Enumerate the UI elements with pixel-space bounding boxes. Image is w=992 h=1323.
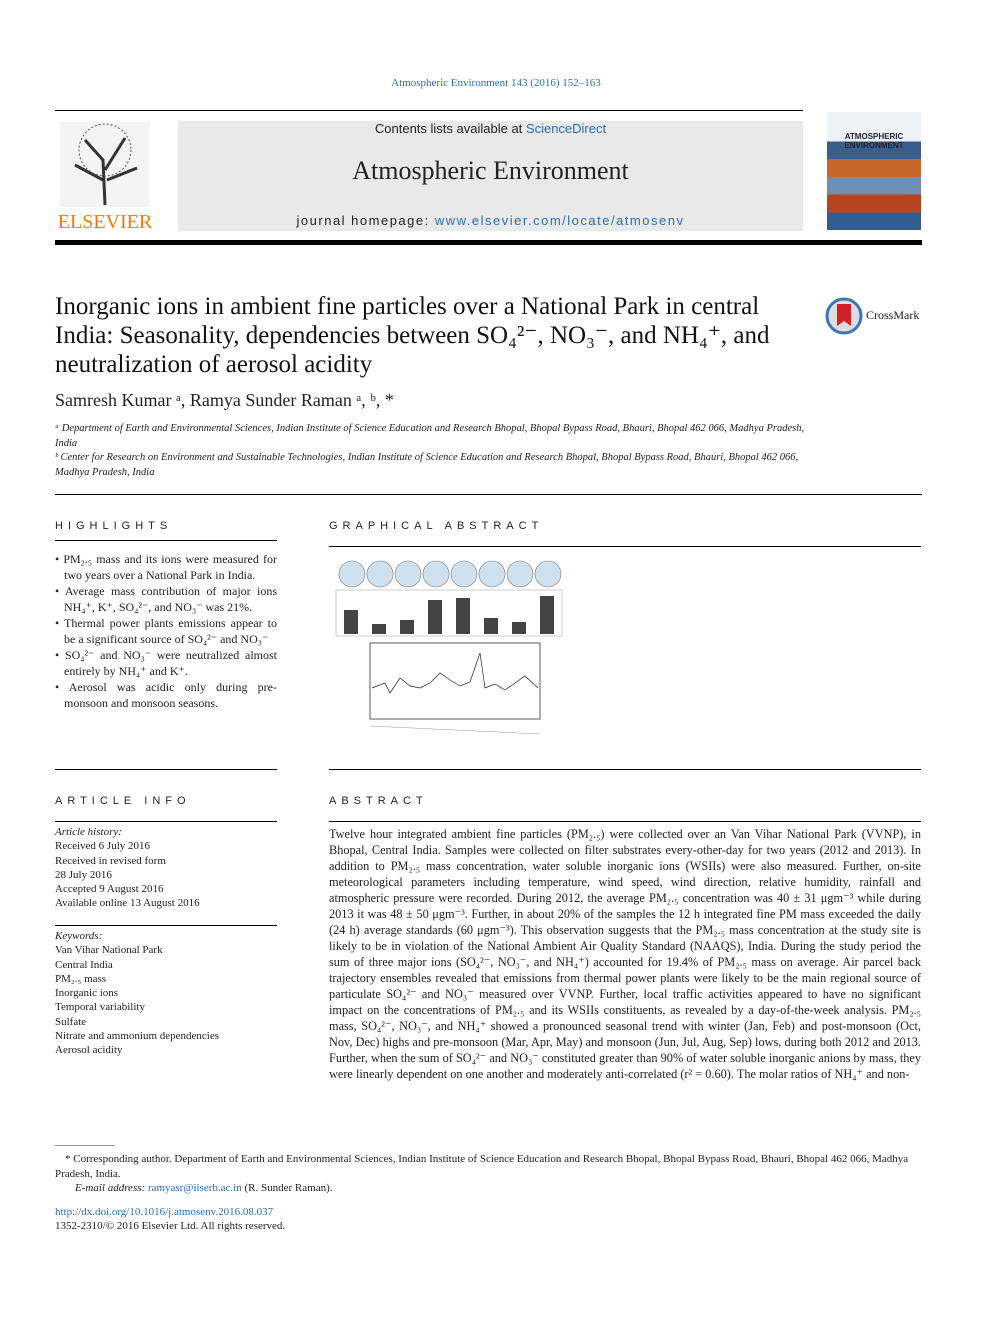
article-history: Article history: Received 6 July 2016 Re… <box>55 825 277 911</box>
keyword: Van Vihar National Park <box>55 944 163 957</box>
history-item: Received 6 July 2016 <box>55 840 151 853</box>
divider <box>329 821 921 822</box>
history-item: Received in revised form <box>55 854 166 867</box>
divider <box>55 494 922 495</box>
crossmark-icon <box>825 297 863 335</box>
keywords-label: Keywords: <box>55 930 103 942</box>
keywords: Keywords: Van Vihar National Park Centra… <box>55 929 277 1058</box>
highlight-item: • Thermal power plants emissions appear … <box>55 616 277 646</box>
email-label: E-mail address: <box>75 1182 148 1194</box>
abstract-heading: ABSTRACT <box>329 795 428 807</box>
affiliation-a: ᵃ Department of Earth and Environmental … <box>55 423 805 449</box>
journal-reference[interactable]: Atmospheric Environment 143 (2016) 152–1… <box>0 77 992 89</box>
doi-link[interactable]: http://dx.doi.org/10.1016/j.atmosenv.201… <box>55 1206 273 1218</box>
divider <box>55 769 277 770</box>
keyword: Temporal variability <box>55 1001 145 1014</box>
graphical-abstract-heading: GRAPHICAL ABSTRACT <box>329 520 544 532</box>
highlight-item: • Average mass contribution of major ion… <box>55 584 277 614</box>
highlight-item: • PM₂.₅ mass and its ions were measured … <box>55 552 277 582</box>
copyright: 1352-2310/© 2016 Elsevier Ltd. All right… <box>55 1220 286 1232</box>
article-info-heading: ARTICLE INFO <box>55 795 191 807</box>
contents-prefix: Contents lists available at <box>374 121 526 136</box>
keyword: Aerosol acidity <box>55 1044 123 1057</box>
crossmark-label: CrossMark <box>866 308 920 322</box>
divider <box>55 925 277 926</box>
divider <box>55 821 277 822</box>
graphical-abstract-figure <box>335 560 563 735</box>
keyword: PM₂.₅ mass <box>55 972 107 985</box>
keyword: Nitrate and ammonium dependencies <box>55 1030 220 1043</box>
footnotes: * Corresponding author. Department of Ea… <box>55 1152 921 1234</box>
highlights-list: • PM₂.₅ mass and its ions were measured … <box>55 551 277 711</box>
elsevier-logo: ELSEVIER <box>58 122 153 232</box>
article-page: Atmospheric Environment 143 (2016) 152–1… <box>0 0 992 1323</box>
authors: Samresh Kumar ᵃ, Ramya Sunder Raman ᵃ, ᵇ… <box>55 390 394 410</box>
homepage-prefix: journal homepage: <box>296 213 435 228</box>
cover-title: ATMOSPHERIC ENVIRONMENT <box>844 132 904 150</box>
article-title: Inorganic ions in ambient fine particles… <box>55 293 770 378</box>
history-label: Article history: <box>55 826 122 838</box>
journal-cover-image: ATMOSPHERIC ENVIRONMENT <box>827 112 921 230</box>
highlight-item: • SO₄²⁻ and NO₃⁻ were neutralized almost… <box>55 648 277 678</box>
crossmark-button[interactable]: CrossMark <box>825 296 925 336</box>
affiliations: ᵃ Department of Earth and Environmental … <box>55 422 815 480</box>
email-suffix: (R. Sunder Raman). <box>241 1182 333 1194</box>
contents-line: Contents lists available at ScienceDirec… <box>178 121 803 136</box>
homepage-link[interactable]: www.elsevier.com/locate/atmosenv <box>435 213 685 228</box>
journal-homepage: journal homepage: www.elsevier.com/locat… <box>178 213 803 228</box>
highlights-heading: HIGHLIGHTS <box>55 520 173 532</box>
footnote-rule <box>55 1145 115 1146</box>
email-link[interactable]: ramyasr@iiserb.ac.in <box>148 1182 242 1194</box>
sciencedirect-link[interactable]: ScienceDirect <box>526 121 606 136</box>
header-thick-rule <box>55 240 922 245</box>
journal-ref-link[interactable]: Atmospheric Environment 143 (2016) 152–1… <box>391 77 601 89</box>
history-item: Accepted 9 August 2016 <box>55 883 164 896</box>
divider <box>55 540 277 541</box>
abstract-text: Twelve hour integrated ambient fine part… <box>329 827 921 1081</box>
divider <box>329 769 921 770</box>
keyword: Central India <box>55 958 113 971</box>
svg-text:ELSEVIER: ELSEVIER <box>58 211 153 232</box>
corresponding-author-note: * Corresponding author. Department of Ea… <box>55 1153 909 1180</box>
history-item: Available online 13 August 2016 <box>55 897 200 910</box>
header-rule <box>55 110 803 111</box>
history-item: 28 July 2016 <box>55 868 112 881</box>
keyword: Inorganic ions <box>55 987 119 1000</box>
highlight-item: • Aerosol was acidic only during pre-mon… <box>55 680 277 710</box>
journal-title: Atmospheric Environment <box>352 156 629 185</box>
affiliation-b: ᵇ Center for Research on Environment and… <box>55 452 799 478</box>
email-line: E-mail address: ramyasr@iiserb.ac.in (R.… <box>55 1181 921 1196</box>
keyword: Sulfate <box>55 1015 87 1028</box>
divider <box>329 546 921 547</box>
